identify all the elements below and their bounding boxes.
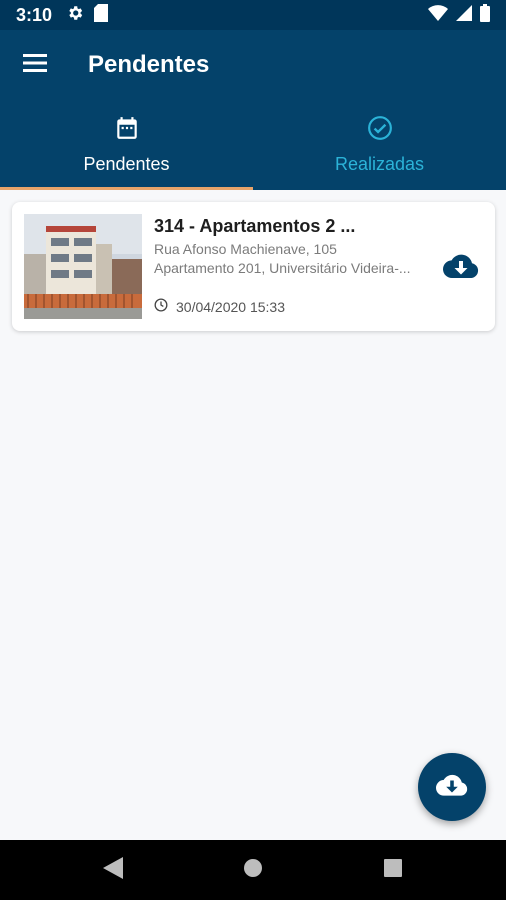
app-bar: Pendentes Pendentes Realizadas bbox=[0, 30, 506, 190]
toolbar: Pendentes bbox=[0, 30, 506, 100]
hamburger-menu-icon bbox=[23, 53, 47, 77]
back-button[interactable] bbox=[98, 855, 128, 885]
status-right-icons bbox=[428, 3, 490, 27]
calendar-icon bbox=[114, 115, 140, 146]
clock-icon bbox=[154, 298, 168, 315]
cloud-download-icon bbox=[436, 773, 468, 802]
tab-bar: Pendentes Realizadas bbox=[0, 100, 506, 190]
cloud-download-icon bbox=[443, 253, 479, 284]
status-bar: 3:10 bbox=[0, 0, 506, 30]
item-title: 314 - Apartamentos 2 ... bbox=[154, 216, 356, 236]
home-button[interactable] bbox=[238, 855, 268, 885]
page-title: Pendentes bbox=[88, 51, 210, 78]
tab-label: Realizadas bbox=[334, 154, 425, 174]
check-circle-icon bbox=[367, 115, 393, 146]
item-datetime: 30/04/2020 15:33 bbox=[176, 298, 285, 315]
item-date-row: 30/04/2020 15:33 bbox=[154, 298, 285, 315]
battery-icon bbox=[480, 3, 490, 27]
list-item[interactable]: 314 - Apartamentos 2 ... Rua Afonso Mach… bbox=[12, 202, 495, 331]
tab-realizadas[interactable]: Realizadas bbox=[253, 100, 506, 190]
home-icon bbox=[243, 858, 263, 883]
recents-icon bbox=[384, 858, 402, 882]
item-download-button[interactable] bbox=[441, 252, 481, 284]
pending-list: 314 - Apartamentos 2 ... Rua Afonso Mach… bbox=[0, 190, 506, 840]
wifi-icon bbox=[428, 4, 448, 26]
system-nav-bar bbox=[0, 840, 506, 900]
building-thumbnail bbox=[24, 214, 142, 319]
status-left-icons bbox=[66, 3, 109, 27]
item-address-line2: Apartamento 201, Universitário Videira-.… bbox=[154, 260, 411, 276]
settings-icon bbox=[66, 4, 84, 27]
tab-label: Pendentes bbox=[83, 154, 170, 174]
status-time: 3:10 bbox=[16, 4, 53, 25]
sd-card-icon bbox=[94, 3, 109, 27]
menu-button[interactable] bbox=[0, 30, 70, 100]
recents-button[interactable] bbox=[378, 855, 408, 885]
download-all-fab[interactable] bbox=[418, 753, 486, 821]
tab-pendentes[interactable]: Pendentes bbox=[0, 100, 253, 190]
back-icon bbox=[103, 856, 123, 884]
signal-icon bbox=[456, 4, 472, 26]
item-address-line1: Rua Afonso Machienave, 105 bbox=[154, 241, 337, 257]
